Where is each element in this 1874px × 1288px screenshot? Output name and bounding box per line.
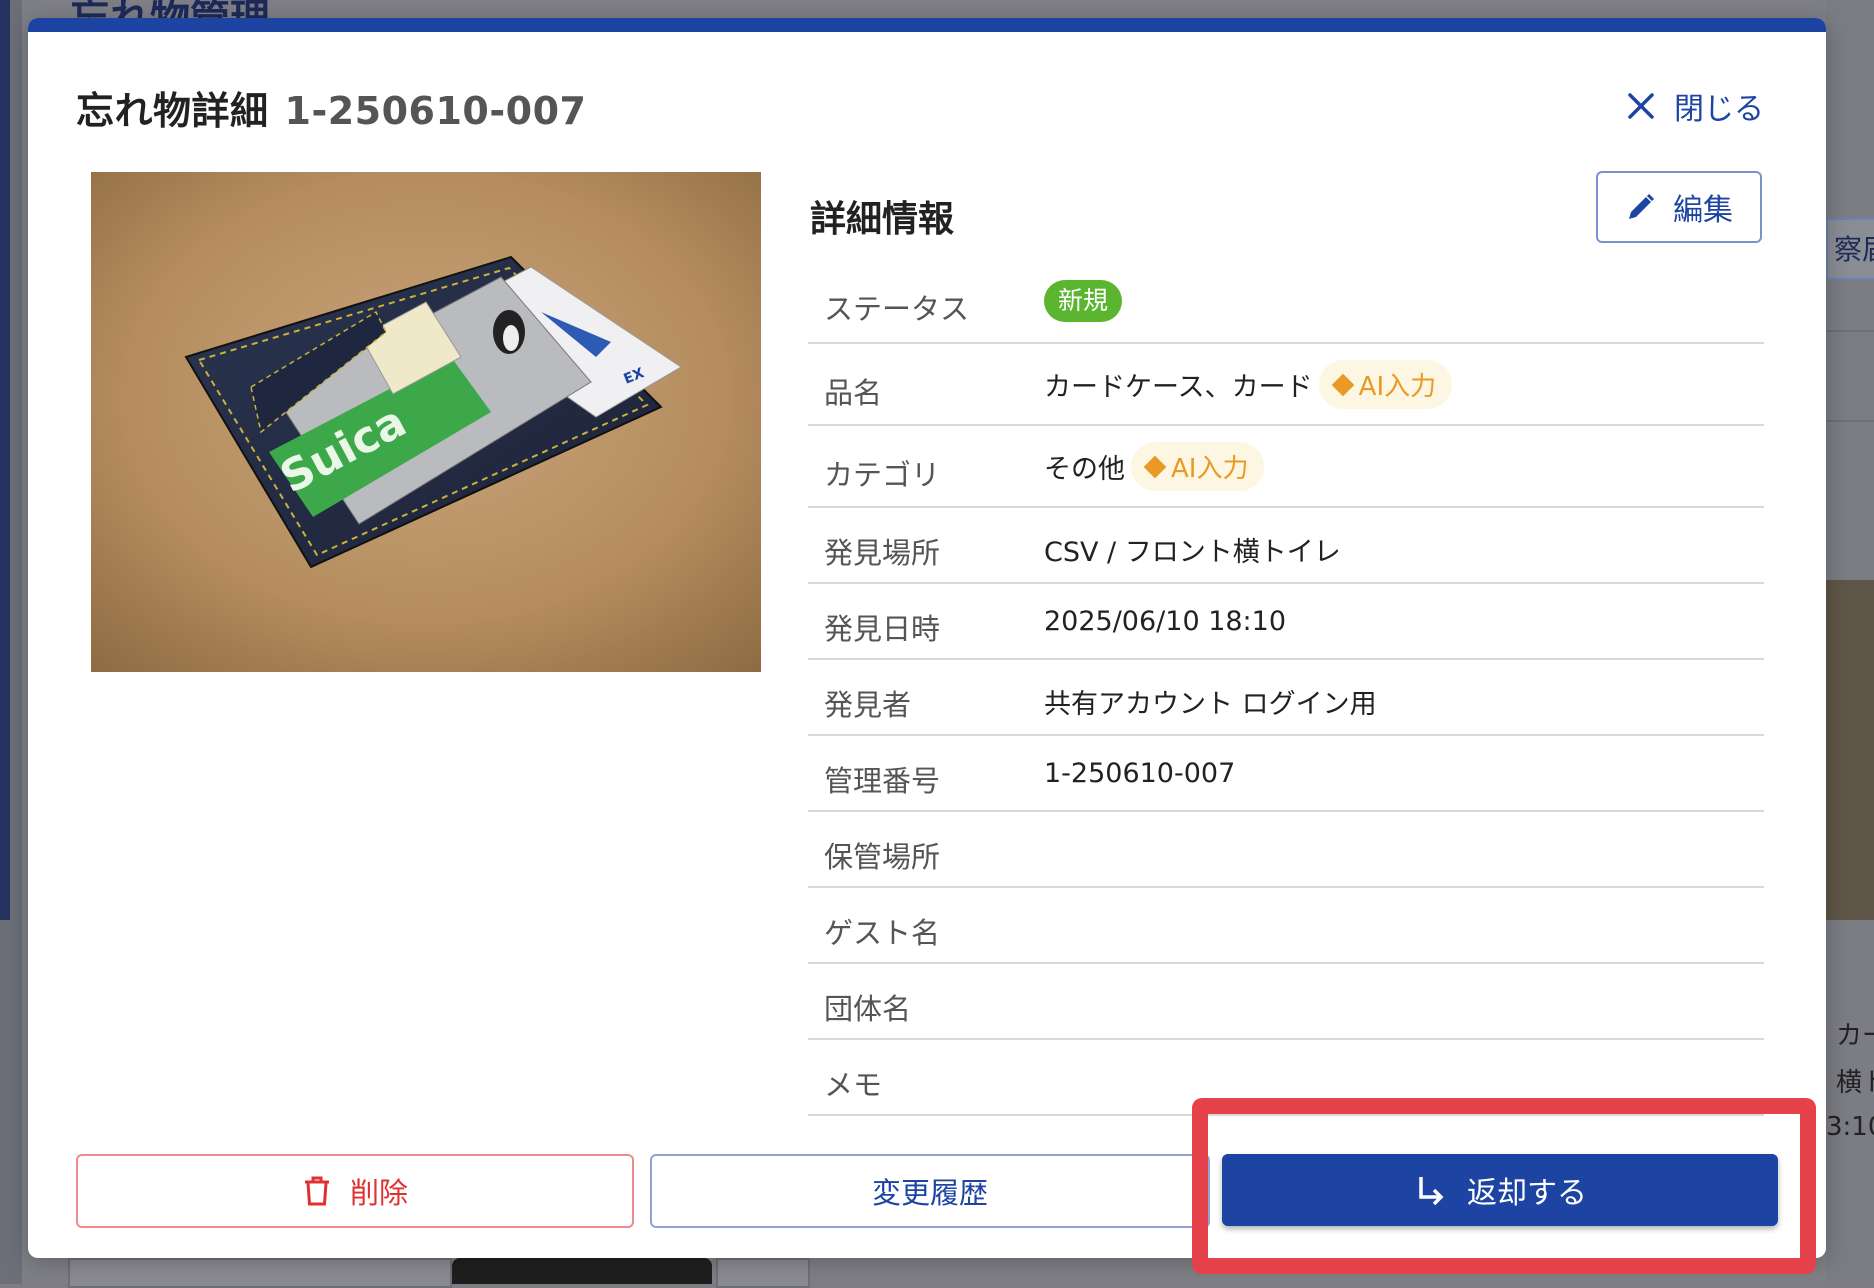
- detail-label: 発見者: [824, 688, 912, 722]
- ai-input-badge: AI入力: [1131, 442, 1265, 491]
- detail-row-status: ステータス 新規: [808, 264, 1764, 344]
- background-text: 横ト: [1836, 1068, 1874, 1098]
- detail-label: 発見場所: [824, 536, 941, 570]
- detail-row-category: カテゴリ その他 AI入力: [808, 426, 1764, 508]
- detail-label: 団体名: [824, 992, 912, 1026]
- edit-button[interactable]: 編集: [1596, 171, 1762, 243]
- detail-label: 保管場所: [824, 840, 941, 874]
- details-table: ステータス 新規 品名 カードケース、カード AI入力 カテゴリ その他 AI入…: [808, 264, 1764, 1116]
- close-label: 閉じる: [1674, 92, 1764, 127]
- modal-title-number: 1-250610-007: [284, 89, 587, 133]
- detail-row-found-datetime: 発見日時 2025/06/10 18:10: [808, 584, 1764, 660]
- ai-input-label: AI入力: [1358, 372, 1437, 402]
- modal-accent-bar: [28, 18, 1826, 32]
- background-text: 3:10: [1826, 1112, 1874, 1142]
- close-button[interactable]: 閉じる: [1626, 84, 1764, 128]
- delete-label: 削除: [349, 1176, 408, 1210]
- detail-label: カテゴリ: [824, 458, 941, 492]
- history-button[interactable]: 変更履歴: [650, 1154, 1210, 1228]
- detail-label: ステータス: [824, 292, 970, 326]
- detail-row-finder: 発見者 共有アカウント ログイン用: [808, 660, 1764, 736]
- detail-row-found-place: 発見場所 CSV / フロント横トイレ: [808, 508, 1764, 584]
- detail-value: CSV / フロント横トイレ: [1044, 537, 1341, 568]
- modal-title: 忘れ物詳細 1-250610-007: [76, 80, 586, 135]
- detail-label: 発見日時: [824, 612, 941, 646]
- background-sidebar: [0, 0, 22, 1284]
- detail-row-storage-place: 保管場所: [808, 812, 1764, 888]
- ai-input-label: AI入力: [1171, 454, 1249, 484]
- background-card-image: [452, 1258, 712, 1284]
- diamond-icon: [1143, 455, 1167, 478]
- detail-row-item-name: 品名 カードケース、カード AI入力: [808, 344, 1764, 426]
- detail-value: 共有アカウント ログイン用: [1044, 689, 1377, 720]
- diamond-icon: [1331, 373, 1354, 396]
- history-label: 変更履歴: [871, 1176, 988, 1210]
- close-icon: [1628, 93, 1654, 119]
- background-card-image: [1826, 580, 1874, 920]
- item-photo: Suica EX: [91, 172, 761, 672]
- detail-row-guest-name: ゲスト名: [808, 888, 1764, 964]
- background-tab: 察届: [1826, 218, 1874, 280]
- return-arrow-icon: [1419, 1177, 1444, 1206]
- background-divider: [1826, 330, 1874, 332]
- detail-label: 管理番号: [824, 764, 941, 798]
- item-name-value: カードケース、カード: [1044, 372, 1313, 403]
- background-text: カー: [1836, 1021, 1874, 1051]
- background-right-panel: 察届 カー 横ト 3:10: [1826, 0, 1874, 1284]
- detail-row-management-number: 管理番号 1-250610-007: [808, 736, 1764, 812]
- pencil-icon: [1629, 193, 1655, 219]
- ai-input-badge: AI入力: [1318, 360, 1453, 409]
- detail-value: カードケース、カード AI入力: [1044, 360, 1453, 409]
- status-badge: 新規: [1044, 280, 1123, 322]
- detail-value: 2025/06/10 18:10: [1044, 606, 1287, 637]
- return-label: 返却する: [1467, 1176, 1587, 1211]
- detail-label: 品名: [824, 376, 883, 410]
- detail-label: メモ: [824, 1068, 883, 1102]
- category-value: その他: [1044, 454, 1125, 485]
- detail-value: その他 AI入力: [1044, 442, 1265, 491]
- return-button[interactable]: 返却する: [1222, 1154, 1778, 1226]
- detail-value: 新規: [1044, 280, 1123, 322]
- detail-label: ゲスト名: [824, 916, 941, 950]
- detail-value: 1-250610-007: [1044, 758, 1236, 789]
- background-nav: [0, 0, 10, 920]
- modal-title-text: 忘れ物詳細: [76, 89, 269, 133]
- background-divider: [1826, 420, 1874, 422]
- trash-icon: [304, 1176, 329, 1206]
- details-heading: 詳細情報: [810, 199, 955, 240]
- detail-row-group-name: 団体名: [808, 964, 1764, 1040]
- delete-button[interactable]: 削除: [76, 1154, 634, 1228]
- edit-label: 編集: [1673, 193, 1733, 228]
- item-detail-modal: 忘れ物詳細 1-250610-007 閉じる Suica EX 詳細情報 編集 …: [28, 18, 1826, 1258]
